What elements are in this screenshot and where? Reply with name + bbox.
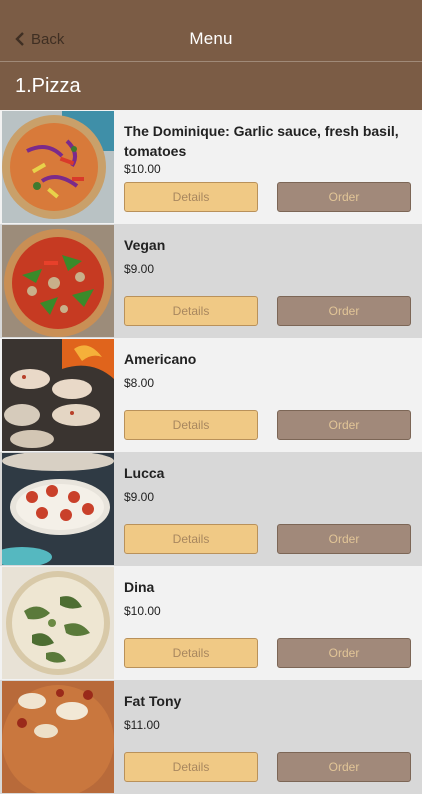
- menu-item-row[interactable]: Vegan $9.00 Details Order: [0, 224, 422, 338]
- pizza-photo: [2, 339, 114, 451]
- details-button[interactable]: Details: [124, 638, 258, 668]
- details-button[interactable]: Details: [124, 524, 258, 554]
- item-name: The Dominique: Garlic sauce, fresh basil…: [124, 123, 399, 159]
- section-header: 1.Pizza: [0, 62, 422, 110]
- nav-bar: Back Menu: [0, 0, 422, 62]
- order-button[interactable]: Order: [277, 752, 411, 782]
- pizza-photo: [2, 681, 114, 793]
- item-name: Dina: [124, 579, 155, 595]
- item-name: Vegan: [124, 237, 166, 253]
- menu-item-row[interactable]: Fat Tony $11.00 Details Order: [0, 680, 422, 794]
- pizza-photo: [2, 453, 114, 565]
- menu-item-row[interactable]: Dina $10.00 Details Order: [0, 566, 422, 680]
- item-price: $10.00: [124, 162, 161, 176]
- item-name: Lucca: [124, 465, 165, 481]
- pizza-photo: [2, 111, 114, 223]
- menu-item-row[interactable]: Lucca $9.00 Details Order: [0, 452, 422, 566]
- menu-item-row[interactable]: The Dominique: Garlic sauce, fresh basil…: [0, 110, 422, 224]
- menu-list: The Dominique: Garlic sauce, fresh basil…: [0, 110, 422, 794]
- order-button[interactable]: Order: [277, 296, 411, 326]
- item-price: $9.00: [124, 262, 155, 276]
- details-button[interactable]: Details: [124, 410, 258, 440]
- item-name: Fat Tony: [124, 693, 182, 709]
- item-price: $9.00: [124, 490, 155, 504]
- details-button[interactable]: Details: [124, 752, 258, 782]
- order-button[interactable]: Order: [277, 410, 411, 440]
- pizza-photo: [2, 567, 114, 679]
- order-button[interactable]: Order: [277, 638, 411, 668]
- details-button[interactable]: Details: [124, 296, 258, 326]
- item-price: $10.00: [124, 604, 161, 618]
- item-price: $11.00: [124, 718, 160, 732]
- item-price: $8.00: [124, 376, 155, 390]
- section-title: 1.Pizza: [15, 75, 81, 97]
- item-name: Americano: [124, 351, 197, 367]
- order-button[interactable]: Order: [277, 524, 411, 554]
- page-title: Menu: [189, 29, 233, 48]
- details-button[interactable]: Details: [124, 182, 258, 212]
- menu-item-row[interactable]: Americano $8.00 Details Order: [0, 338, 422, 452]
- pizza-photo: [2, 225, 114, 337]
- order-button[interactable]: Order: [277, 182, 411, 212]
